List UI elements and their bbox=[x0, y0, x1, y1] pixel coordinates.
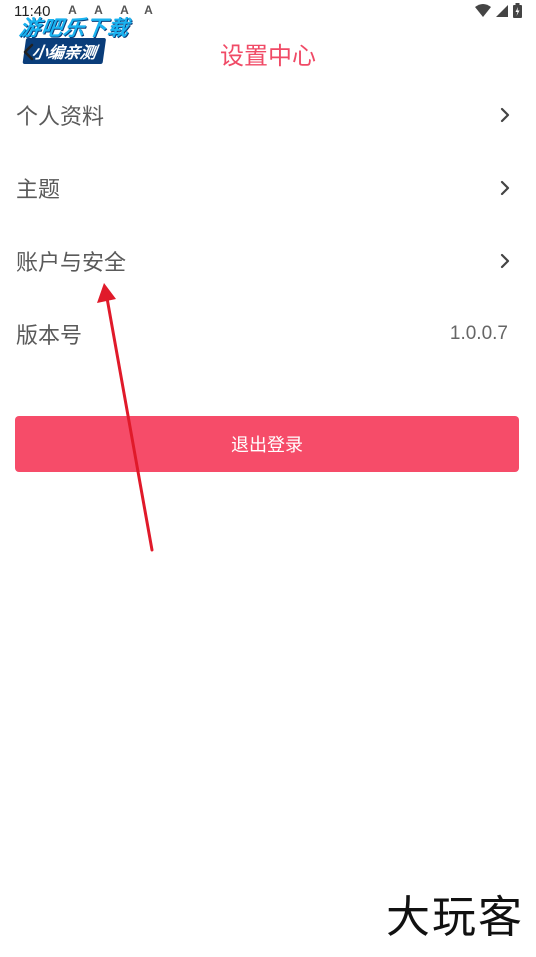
chevron-right-icon bbox=[500, 180, 510, 195]
battery-icon bbox=[513, 3, 522, 18]
status-icons bbox=[475, 3, 522, 18]
page-title: 设置中心 bbox=[220, 42, 316, 70]
brand-logo: 大玩客 bbox=[386, 892, 524, 943]
settings-item-version: 版本号 1.0.0.7 bbox=[0, 297, 536, 370]
chevron-right-icon bbox=[500, 107, 510, 122]
settings-item-label: 主题 bbox=[16, 177, 61, 203]
settings-item-profile[interactable]: 个人资料 bbox=[0, 78, 536, 151]
logout-button[interactable]: 退出登录 bbox=[15, 416, 519, 472]
version-value: 1.0.0.7 bbox=[449, 322, 508, 344]
settings-item-label: 个人资料 bbox=[16, 104, 105, 130]
settings-list: 个人资料 主题 账户与安全 版本号 1.0.0.7 bbox=[0, 78, 536, 370]
chevron-right-icon bbox=[500, 253, 510, 268]
wifi-icon bbox=[475, 3, 491, 17]
settings-item-theme[interactable]: 主题 bbox=[0, 151, 536, 224]
signal-icon bbox=[496, 4, 508, 17]
settings-item-label: 账户与安全 bbox=[16, 250, 127, 276]
settings-item-label: 版本号 bbox=[16, 323, 83, 349]
settings-item-account-security[interactable]: 账户与安全 bbox=[0, 224, 536, 297]
